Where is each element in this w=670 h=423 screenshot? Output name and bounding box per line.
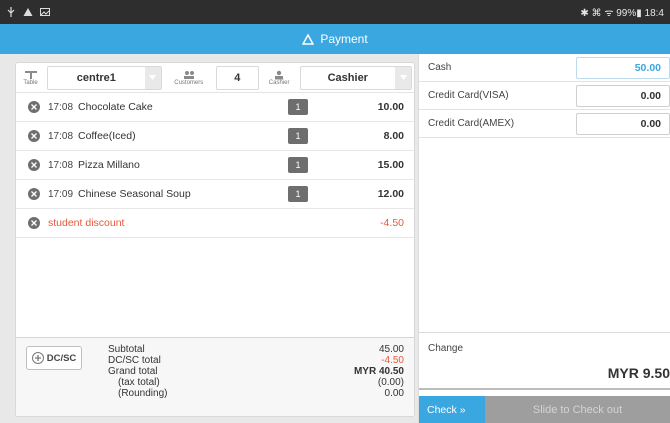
status-indicators: ✱ ⌘ ᯤ 99%▮ 18:4	[580, 8, 664, 19]
remove-icon[interactable]	[28, 217, 40, 229]
order-time: 17:08	[48, 101, 74, 113]
qty-badge[interactable]: 1	[288, 99, 308, 115]
remove-icon[interactable]	[28, 101, 40, 113]
remove-icon[interactable]	[28, 130, 40, 142]
totals-section: DC/SC Subtotal DC/SC total Grand total (…	[16, 337, 414, 416]
visa-amount-field[interactable]: 0.00	[576, 84, 670, 107]
remove-icon[interactable]	[28, 159, 40, 171]
table-select[interactable]: centre1	[47, 65, 162, 90]
check-button[interactable]: Check »	[419, 396, 485, 423]
dcsc-total-value: -4.50	[381, 355, 404, 366]
table-label: Table	[18, 70, 43, 86]
status-bar: ✱ ⌘ ᯤ 99%▮ 18:4	[0, 0, 670, 24]
customers-label: Customers	[166, 70, 212, 86]
tax-total-label: (tax total)	[118, 377, 160, 388]
order-name: Chocolate Cake	[78, 101, 153, 113]
order-price: 15.00	[377, 159, 404, 171]
order-row[interactable]: 17:08 Chocolate Cake 1 10.00	[16, 93, 414, 122]
order-row[interactable]: 17:08 Pizza Millano 1 15.00	[16, 151, 414, 180]
slide-to-checkout-label: Slide to Check out	[532, 403, 623, 416]
rounding-value: 0.00	[384, 388, 404, 399]
order-list: 17:08 Chocolate Cake 1 10.00 17:08 Coffe…	[16, 93, 414, 238]
order-row[interactable]: 17:09 Chinese Seasonal Soup 1 12.00	[16, 180, 414, 209]
payment-label: Credit Card(AMEX)	[428, 118, 515, 129]
order-price: 12.00	[377, 188, 404, 200]
order-name: Pizza Millano	[78, 159, 140, 171]
discount-price: -4.50	[380, 217, 404, 229]
title-bar: Payment	[0, 24, 670, 54]
order-time: 17:09	[48, 188, 74, 200]
triangle-icon	[302, 33, 315, 45]
totals-labels: Subtotal DC/SC total Grand total (tax to…	[108, 344, 294, 416]
dcsc-total-label: DC/SC total	[108, 355, 161, 366]
change-value: MYR 9.50	[607, 365, 670, 381]
payment-label: Credit Card(VISA)	[428, 90, 509, 101]
order-row[interactable]: 17:08 Coffee(Iced) 1 8.00	[16, 122, 414, 151]
checkout-slider[interactable]: Check » Slide to Check out	[419, 396, 670, 423]
rounding-label: (Rounding)	[118, 388, 168, 399]
image-icon	[40, 8, 50, 16]
order-name: Coffee(Iced)	[78, 130, 136, 142]
usb-icon	[7, 7, 15, 17]
order-time: 17:08	[48, 159, 74, 171]
plus-icon	[31, 352, 44, 364]
order-name: Chinese Seasonal Soup	[78, 188, 191, 200]
subtotal-label: Subtotal	[108, 344, 145, 355]
grand-total-value: MYR 40.50	[353, 366, 404, 377]
warning-icon	[23, 8, 33, 16]
grand-total-label: Grand total	[108, 366, 158, 377]
discount-name: student discount	[48, 217, 125, 229]
change-label: Change	[428, 343, 464, 354]
cash-amount-field[interactable]: 50.00	[576, 56, 670, 79]
change-section: Change MYR 9.50	[419, 332, 670, 390]
order-price: 10.00	[377, 101, 404, 113]
tax-total-value: (0.00)	[377, 377, 404, 388]
customers-icon	[183, 70, 194, 79]
chevron-down-icon	[144, 66, 161, 89]
discount-row[interactable]: student discount -4.50	[16, 209, 414, 238]
totals-values: 45.00 -4.50 MYR 40.50 (0.00) 0.00	[294, 344, 404, 416]
order-panel: Table centre1 Customers 4 Cashier Cashie…	[15, 62, 415, 417]
dcsc-button[interactable]: DC/SC	[26, 346, 82, 370]
cashier-select[interactable]: Cashier	[299, 65, 412, 90]
payment-panel: Cash 50.00 Credit Card(VISA) 0.00 Credit…	[418, 54, 670, 423]
double-chevron-right-icon: »	[459, 403, 466, 416]
chevron-down-icon	[395, 66, 411, 89]
divider	[419, 388, 670, 390]
order-price: 8.00	[383, 130, 404, 142]
selector-row: Table centre1 Customers 4 Cashier Cashie…	[16, 63, 414, 93]
order-time: 17:08	[48, 130, 74, 142]
subtotal-value: 45.00	[378, 344, 404, 355]
cashier-label: Cashier	[263, 70, 296, 86]
page-title: Payment	[320, 32, 368, 46]
customers-count[interactable]: 4	[216, 65, 259, 90]
qty-badge[interactable]: 1	[288, 128, 308, 144]
payment-label: Cash	[428, 62, 452, 73]
payment-row-cash[interactable]: Cash 50.00	[419, 54, 670, 82]
qty-badge[interactable]: 1	[288, 186, 308, 202]
payment-row-amex[interactable]: Credit Card(AMEX) 0.00	[419, 110, 670, 138]
table-icon	[24, 70, 37, 79]
amex-amount-field[interactable]: 0.00	[576, 112, 670, 135]
qty-badge[interactable]: 1	[288, 157, 308, 173]
remove-icon[interactable]	[28, 188, 40, 200]
payment-row-visa[interactable]: Credit Card(VISA) 0.00	[419, 82, 670, 110]
cashier-icon	[275, 70, 284, 79]
